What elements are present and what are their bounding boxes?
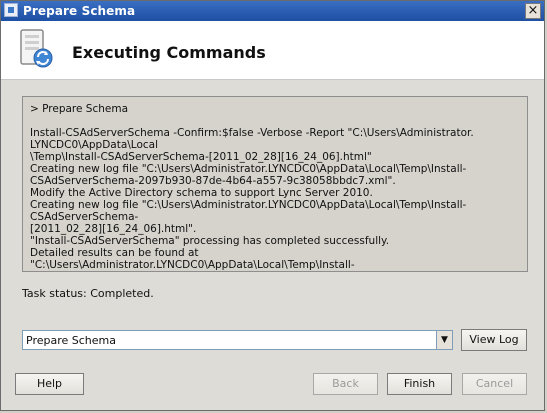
title-bar[interactable]: Prepare Schema × (1, 1, 544, 21)
wizard-window: Prepare Schema × Executing Commands > Pr… (0, 0, 545, 411)
log-line: Creating new log file "C:\Users\Administ… (30, 163, 467, 175)
log-line: Detailed results can be found at "C:\Use… (30, 247, 355, 271)
log-line: "Install-CSAdServerSchema" processing ha… (30, 235, 390, 247)
help-button[interactable]: Help (15, 373, 84, 395)
task-status: Task status: Completed. (22, 287, 154, 300)
command-log[interactable]: > Prepare Schema Install-CSAdServerSchem… (22, 96, 528, 272)
log-line: Creating new log file "C:\Users\Administ… (30, 199, 467, 223)
window-title: Prepare Schema (23, 4, 136, 18)
back-button[interactable]: Back (313, 373, 378, 395)
chevron-down-icon[interactable]: ▼ (436, 331, 452, 349)
log-line: > Prepare Schema (30, 103, 129, 115)
finish-button[interactable]: Finish (387, 373, 452, 395)
server-with-arrow-icon (20, 29, 53, 68)
task-select-value: Prepare Schema (26, 334, 116, 347)
log-line: CSAdServerSchema-2097b930-87de-4b64-a557… (30, 175, 396, 187)
cancel-button[interactable]: Cancel (462, 373, 527, 395)
log-line: CSAdServerSchema-[2011_02_28][16_24_06].… (30, 271, 520, 272)
page-title: Executing Commands (72, 43, 266, 62)
wizard-header: Executing Commands (1, 21, 544, 80)
view-log-button[interactable]: View Log (461, 329, 527, 351)
log-line: [2011_02_28][16_24_06].html". (30, 223, 197, 235)
app-icon (4, 3, 18, 17)
close-button[interactable]: × (525, 3, 541, 19)
log-line: Modify the Active Directory schema to su… (30, 187, 373, 199)
log-line: \Temp\Install-CSAdServerSchema-[2011_02_… (30, 151, 372, 163)
task-select[interactable]: Prepare Schema ▼ (22, 330, 453, 350)
log-line: Install-CSAdServerSchema -Confirm:$false… (30, 127, 478, 151)
